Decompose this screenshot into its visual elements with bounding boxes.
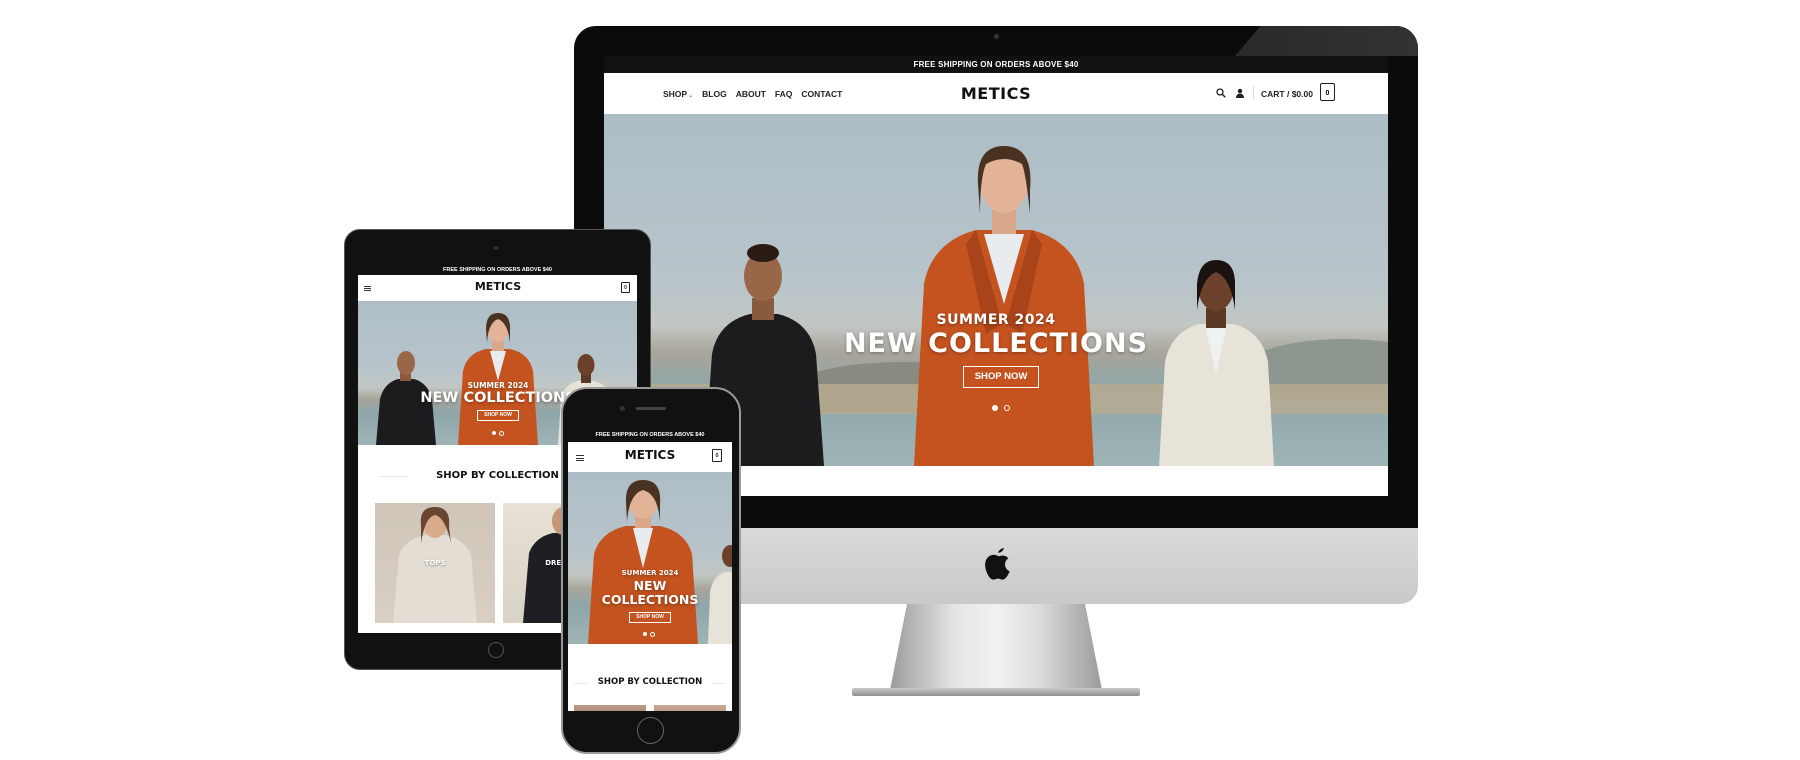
- mobile-collection-card-1[interactable]: [574, 705, 646, 711]
- imac-foot: [852, 688, 1140, 696]
- cart-count-badge[interactable]: 0: [1320, 83, 1335, 101]
- tablet-logo[interactable]: METICS: [458, 280, 538, 293]
- imac-camera: [994, 34, 999, 39]
- tablet-hero-kicker: SUMMER 2024: [467, 381, 529, 390]
- hero-model-right: [1159, 260, 1274, 466]
- mobile-hero-shop-now-button[interactable]: SHOP NOW: [629, 612, 671, 623]
- iphone-home-button: [637, 717, 664, 744]
- search-icon[interactable]: [1216, 88, 1226, 98]
- mobile-cart-icon[interactable]: 0: [712, 449, 722, 462]
- nav-item-blog[interactable]: BLOG: [702, 89, 727, 99]
- slider-dot-1[interactable]: [992, 405, 998, 411]
- account-icon[interactable]: [1235, 88, 1245, 98]
- mobile-section-title: SHOP BY COLLECTION: [588, 677, 712, 687]
- chevron-down-icon: ⌄: [688, 93, 694, 99]
- nav-item-contact[interactable]: CONTACT: [801, 89, 842, 99]
- tablet-hero-model-center: [458, 313, 538, 445]
- tablet-menu-icon[interactable]: [364, 286, 371, 291]
- mobile-hero-headline-line1: NEW: [633, 578, 667, 593]
- tablet-cart-icon[interactable]: 0: [621, 282, 630, 293]
- apple-logo-icon: [985, 548, 1010, 580]
- mobile-hero-headline-line2: COLLECTIONS: [601, 592, 699, 607]
- tablet-collection-tops-label: TOPS: [424, 559, 446, 567]
- mobile-menu-icon[interactable]: [576, 455, 584, 461]
- ipad-home-button: [488, 642, 504, 658]
- iphone-speaker: [636, 407, 666, 410]
- tablet-slider-dot-2[interactable]: [499, 431, 504, 436]
- iphone-camera: [620, 406, 625, 411]
- hero-shop-now-button[interactable]: SHOP NOW: [963, 366, 1039, 388]
- hero-kicker: SUMMER 2024: [936, 312, 1056, 328]
- tablet-collection-tops[interactable]: TOPS: [375, 503, 495, 623]
- imac-glare: [1235, 26, 1418, 56]
- hero-model-center: [914, 146, 1094, 466]
- nav-item-faq[interactable]: FAQ: [775, 89, 792, 99]
- mobile-hero: SUMMER 2024 NEW COLLECTIONS SHOP NOW: [568, 472, 732, 644]
- imac-stand: [890, 604, 1102, 690]
- mobile-logo[interactable]: METICS: [610, 448, 690, 462]
- main-nav: SHOP⌄ BLOG ABOUT FAQ CONTACT: [663, 89, 842, 99]
- tablet-slider-dot-1[interactable]: [492, 431, 496, 435]
- mobile-collection-card-2[interactable]: [654, 705, 726, 711]
- mobile-announcement-bar: FREE SHIPPING ON ORDERS ABOVE $40: [568, 428, 732, 442]
- hero-headline: NEW COLLECTIONS: [843, 328, 1149, 359]
- ipad-camera: [494, 246, 498, 250]
- cart-link[interactable]: CART / $0.00: [1261, 89, 1313, 99]
- nav-item-shop[interactable]: SHOP⌄: [663, 89, 693, 99]
- mobile-slider-dot-1[interactable]: [643, 632, 647, 636]
- tablet-announcement-bar: FREE SHIPPING ON ORDERS ABOVE $40: [358, 265, 637, 275]
- mobile-screen: FREE SHIPPING ON ORDERS ABOVE $40 METICS…: [568, 428, 732, 711]
- nav-item-about[interactable]: ABOUT: [736, 89, 766, 99]
- slider-dot-2[interactable]: [1004, 405, 1010, 411]
- tablet-hero-shop-now-button[interactable]: SHOP NOW: [477, 410, 519, 421]
- nav-label-shop: SHOP: [663, 89, 688, 99]
- mobile-slider-dot-2[interactable]: [650, 632, 655, 637]
- announcement-bar: FREE SHIPPING ON ORDERS ABOVE $40: [604, 56, 1388, 73]
- header-divider: [1253, 86, 1254, 100]
- site-logo[interactable]: METICS: [956, 84, 1036, 103]
- site-header: SHOP⌄ BLOG ABOUT FAQ CONTACT METICS CART…: [604, 73, 1388, 113]
- mobile-hero-kicker: SUMMER 2024: [621, 569, 679, 577]
